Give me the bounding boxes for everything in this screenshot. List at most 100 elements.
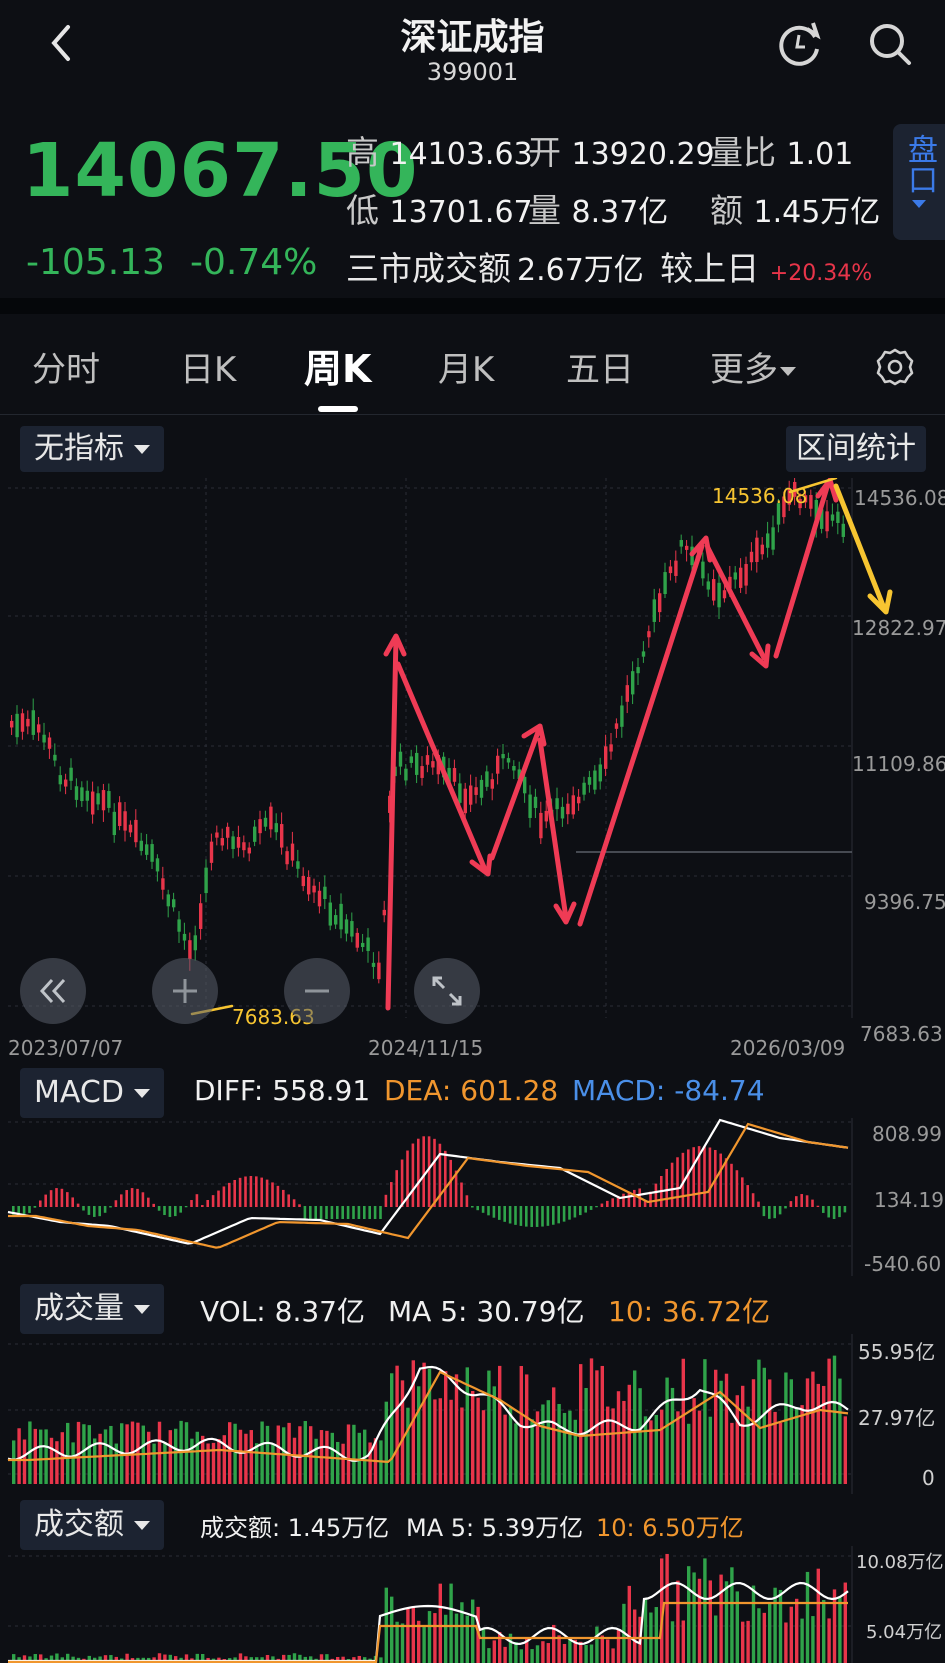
macd-selector[interactable]: MACD xyxy=(20,1068,164,1118)
volume-bar xyxy=(832,1355,837,1484)
volume-bar xyxy=(217,1439,221,1484)
macd-bar xyxy=(584,1206,587,1213)
volume-bar xyxy=(71,1442,75,1484)
macd-bar xyxy=(287,1194,290,1207)
candlestick xyxy=(452,768,457,782)
volume-bar xyxy=(384,1401,388,1484)
search-button[interactable] xyxy=(862,16,918,72)
volume-bar xyxy=(341,1443,345,1484)
macd-bar xyxy=(730,1163,733,1207)
macd-bar xyxy=(136,1188,139,1207)
indicator-selector[interactable]: 无指标 xyxy=(20,426,164,472)
candlestick xyxy=(334,915,338,925)
macd-bar xyxy=(562,1206,566,1222)
active-tab-indicator xyxy=(318,406,358,412)
volume-bar xyxy=(228,1422,232,1484)
macd-bar xyxy=(222,1186,226,1207)
volume-bar xyxy=(535,1411,540,1484)
macd-bar xyxy=(773,1206,776,1219)
tab-more[interactable]: 更多 xyxy=(710,342,796,391)
macd-bar xyxy=(66,1192,69,1207)
tab-daily-k[interactable]: 日K xyxy=(180,342,236,391)
candlestick xyxy=(74,786,79,800)
amount-chart[interactable] xyxy=(0,1546,945,1663)
section-divider xyxy=(0,298,945,314)
tab-monthly-k[interactable]: 月K xyxy=(438,342,494,391)
macd-bar xyxy=(400,1159,404,1207)
volume-bar xyxy=(39,1429,43,1484)
candlestick xyxy=(685,545,689,550)
macd-bar xyxy=(519,1206,523,1226)
vol-y-label: 27.97亿 xyxy=(858,1406,936,1430)
caret-down-icon xyxy=(133,1089,150,1098)
scroll-left-button[interactable] xyxy=(20,958,86,1024)
stat-open: 开 13920.29 xyxy=(528,133,715,172)
zoom-in-button[interactable] xyxy=(152,958,218,1024)
macd-bar xyxy=(76,1203,80,1207)
range-stats-button[interactable]: 区间统计 xyxy=(786,426,926,472)
candlestick xyxy=(37,724,41,733)
volume-bar xyxy=(633,1370,637,1484)
amount-bar xyxy=(692,1572,696,1663)
volume-bar xyxy=(579,1364,583,1484)
amount-bar xyxy=(676,1580,680,1663)
tab-intraday[interactable]: 分时 xyxy=(32,342,100,391)
volume-bar xyxy=(336,1441,340,1484)
volume-bar xyxy=(692,1398,696,1484)
candlestick xyxy=(96,793,100,805)
order-book-toggle[interactable]: 盘口 xyxy=(893,124,945,240)
candlestick xyxy=(485,771,489,787)
candlestick xyxy=(668,566,673,574)
amount-bar xyxy=(411,1607,415,1663)
volume-bar xyxy=(66,1422,70,1484)
macd-bar xyxy=(206,1200,209,1207)
amount-bar xyxy=(568,1638,572,1663)
macd-bar xyxy=(676,1157,679,1207)
volume-bar xyxy=(525,1374,529,1484)
volume-bar xyxy=(827,1358,831,1484)
amount-bar xyxy=(616,1629,621,1663)
tab-five-day[interactable]: 五日 xyxy=(566,342,634,391)
amount-bar xyxy=(589,1644,594,1663)
amount-selector[interactable]: 成交额 xyxy=(20,1500,164,1550)
candlestick xyxy=(382,909,386,916)
volume-bar xyxy=(816,1383,820,1484)
macd-bar xyxy=(784,1206,787,1209)
settings-button[interactable] xyxy=(870,342,920,392)
macd-bar xyxy=(568,1206,571,1220)
fullscreen-button[interactable] xyxy=(414,958,480,1024)
candlestick xyxy=(609,744,613,752)
macd-bar xyxy=(579,1206,582,1216)
price-change: -105.13 xyxy=(26,242,165,283)
candlestick xyxy=(209,841,214,863)
macd-bar xyxy=(28,1206,31,1213)
amount-bar xyxy=(816,1568,820,1663)
volume-bar xyxy=(687,1423,691,1484)
amount-bar xyxy=(379,1657,383,1663)
price-change-pct: -0.74% xyxy=(190,242,318,283)
amount-bar xyxy=(552,1624,556,1663)
macd-bar xyxy=(471,1206,474,1208)
volume-bar xyxy=(627,1384,631,1484)
volume-bar xyxy=(352,1424,356,1484)
macd-y-label: 134.19 xyxy=(874,1188,944,1212)
refresh-button[interactable] xyxy=(772,16,828,72)
candlestick xyxy=(155,858,160,872)
volume-selector[interactable]: 成交量 xyxy=(20,1284,164,1334)
amount-bar xyxy=(417,1620,421,1663)
tab-weekly-k[interactable]: 周K xyxy=(304,338,371,393)
candlestick xyxy=(663,572,667,595)
kline-x-label: 2023/07/07 xyxy=(8,1036,124,1060)
zoom-out-button[interactable] xyxy=(284,958,350,1024)
volume-chart[interactable] xyxy=(0,1334,945,1494)
candlestick xyxy=(204,867,208,894)
macd-bar xyxy=(622,1193,625,1207)
volume-bar xyxy=(703,1359,707,1484)
amount-bar xyxy=(606,1639,610,1663)
macd-bar xyxy=(325,1206,328,1219)
amount-bar xyxy=(811,1616,815,1663)
amount-bar xyxy=(643,1599,648,1663)
candlestick xyxy=(528,794,532,818)
volume-bar xyxy=(22,1439,27,1484)
macd-chart[interactable] xyxy=(0,1118,945,1276)
